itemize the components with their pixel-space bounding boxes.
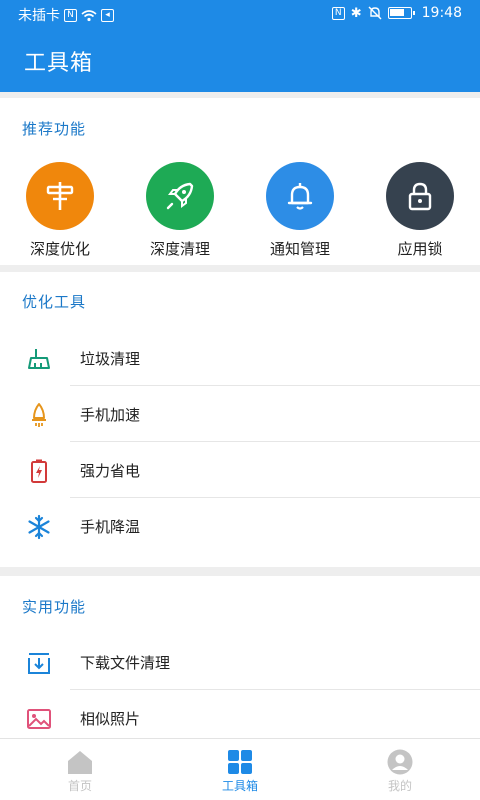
page-title: 工具箱 <box>24 51 94 76</box>
snowflake-icon <box>26 514 52 540</box>
tab-label: 首页 <box>67 779 92 793</box>
list-item-download-clean[interactable]: 下载文件清理 <box>0 634 480 690</box>
battery-icon <box>26 458 52 484</box>
bell-icon <box>266 162 334 230</box>
tab-label: 工具箱 <box>221 779 258 793</box>
section-title-optimize: 优化工具 <box>22 293 87 311</box>
rec-item-notification-manage[interactable]: 通知管理 <box>250 162 350 259</box>
mute-icon <box>368 6 382 20</box>
rec-item-app-lock[interactable]: 应用锁 <box>370 162 470 259</box>
rec-label: 深度清理 <box>149 240 210 258</box>
list-item-label: 下载文件清理 <box>80 654 171 672</box>
sim-icon: N <box>64 8 77 22</box>
rocket-icon <box>26 402 52 428</box>
app-bar: 工具箱 <box>0 28 480 92</box>
optimize-tools-card: 优化工具 垃圾清理 手机加速 强力省电 手机降温 <box>0 272 480 567</box>
rocket-icon <box>146 162 214 230</box>
tab-home[interactable]: 首页 <box>0 739 160 800</box>
rec-item-deep-optimize[interactable]: 深度优化 <box>10 162 110 259</box>
clock: 19:48 <box>421 5 462 21</box>
grid-icon <box>226 749 254 775</box>
rec-label: 通知管理 <box>269 240 330 258</box>
bluetooth-icon: ✱ <box>350 5 362 21</box>
battery-status-icon <box>387 7 415 19</box>
list-item-label: 手机降温 <box>80 518 141 536</box>
recommended-card: 推荐功能 深度优化 深度清理 通知管理 应用锁 <box>0 98 480 265</box>
wifi-icon <box>81 9 97 21</box>
tab-toolbox[interactable]: 工具箱 <box>160 739 320 800</box>
utilities-card: 实用功能 下载文件清理 相似照片 <box>0 576 480 738</box>
broom-icon <box>26 346 52 372</box>
section-title-recommended: 推荐功能 <box>22 120 87 138</box>
tab-mine[interactable]: 我的 <box>320 739 480 800</box>
download-icon <box>26 650 52 676</box>
list-item-label: 垃圾清理 <box>80 350 141 368</box>
rec-item-deep-clean[interactable]: 深度清理 <box>130 162 230 259</box>
list-item-junk-clean[interactable]: 垃圾清理 <box>0 330 480 386</box>
image-icon <box>26 706 52 732</box>
list-item-label: 相似照片 <box>80 710 141 728</box>
bottom-tab-bar: 首页 工具箱 我的 <box>0 738 480 800</box>
carrier-text: 未插卡 <box>18 8 60 24</box>
list-item-power-save[interactable]: 强力省电 <box>0 442 480 498</box>
rec-label: 应用锁 <box>397 240 443 258</box>
lock-icon <box>386 162 454 230</box>
list-item-phone-boost[interactable]: 手机加速 <box>0 386 480 442</box>
rec-label: 深度优化 <box>29 240 90 258</box>
optimize-icon <box>26 162 94 230</box>
list-item-label: 强力省电 <box>80 462 141 480</box>
list-item-phone-cool[interactable]: 手机降温 <box>0 498 480 554</box>
user-icon <box>386 749 414 775</box>
list-item-label: 手机加速 <box>80 406 141 424</box>
nfc-icon: N <box>331 6 345 20</box>
status-bar: 未插卡 N ◂ N ✱ 19:48 <box>0 0 480 28</box>
screenshot-icon: ◂ <box>101 8 114 22</box>
section-title-utilities: 实用功能 <box>22 598 87 616</box>
tab-label: 我的 <box>387 779 412 793</box>
home-icon <box>66 749 94 775</box>
